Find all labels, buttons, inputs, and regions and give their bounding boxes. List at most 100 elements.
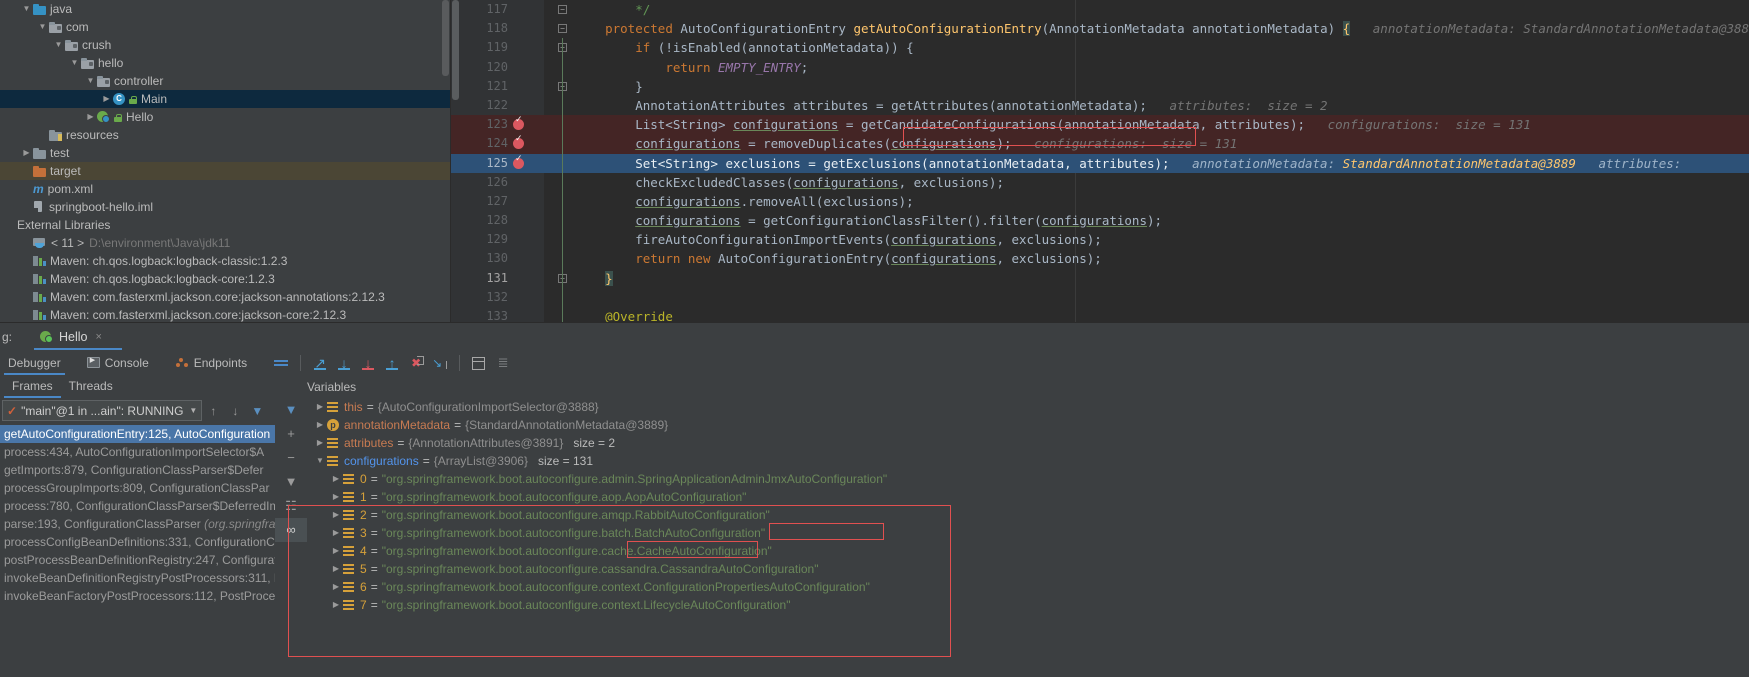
frame-up-icon[interactable]: ↑ [202, 404, 224, 418]
copy-icon[interactable]: ☷ [275, 494, 307, 518]
chevron-down-icon[interactable]: ▼ [313, 452, 327, 470]
variable-row[interactable]: ▶ 5 = "org.springframework.boot.autoconfigu… [307, 560, 1749, 578]
frame-row[interactable]: postProcessBeanDefinitionRegistry:247, C… [0, 551, 275, 569]
step-into-button[interactable]: ↓ [332, 352, 356, 374]
settings-list-button[interactable]: ≣ [491, 352, 515, 374]
run-to-cursor-button[interactable]: ↘ [428, 352, 452, 374]
code-line-125[interactable]: 125 Set<String> exclusions = getExclusio… [451, 153, 1749, 173]
chevron-down-icon[interactable]: ▼ [52, 36, 65, 54]
tree-item-maven-ch-qos-logback-logback-classic-1-2-3[interactable]: ▶Maven: ch.qos.logback:logback-classic:1… [0, 252, 450, 270]
variables-sidebar[interactable]: ▼ + − ▼ ☷ ∞ [275, 398, 307, 677]
breakpoint-icon[interactable] [513, 115, 524, 131]
tree-item-11[interactable]: ▶< 11 >D:\environment\Java\jdk11 [0, 234, 450, 252]
tree-item-com[interactable]: ▼ com [0, 18, 450, 36]
chevron-right-icon[interactable]: ▶ [313, 416, 327, 434]
tab-console[interactable]: Console [83, 350, 153, 375]
chevron-right-icon[interactable]: ▶ [329, 488, 343, 506]
code-line-117[interactable]: 117 − */ [451, 0, 1749, 19]
tree-item-maven-ch-qos-logback-logback-core-1-2-3[interactable]: ▶Maven: ch.qos.logback:logback-core:1.2.… [0, 270, 450, 288]
frames-list[interactable]: getAutoConfigurationEntry:125, AutoConfi… [0, 425, 275, 677]
variable-row[interactable]: ▶ this = {AutoConfigurationImportSelector@3… [307, 398, 1749, 416]
code-line-127[interactable]: 127 configurations.removeAll(exclusions)… [451, 191, 1749, 212]
tree-item-pom-xml[interactable]: ▶mpom.xml [0, 180, 450, 198]
chevron-right-icon[interactable]: ▶ [329, 470, 343, 488]
chevron-right-icon[interactable]: ▶ [329, 542, 343, 560]
chevron-down-icon[interactable]: ▼ [68, 54, 81, 72]
tree-item-target[interactable]: ▶target [0, 162, 450, 180]
chevron-right-icon[interactable]: ▶ [100, 90, 113, 108]
fold-end-icon[interactable]: − [558, 5, 567, 14]
tab-debugger[interactable]: Debugger [4, 350, 65, 375]
tab-endpoints[interactable]: Endpoints [171, 350, 251, 375]
code-lines[interactable]: 117 − */ 118 − protected AutoConfigurationE… [451, 0, 1749, 322]
tree-item-hello[interactable]: ▶ Hello [0, 108, 450, 126]
tree-item-java[interactable]: ▼ java [0, 0, 450, 18]
frame-down-icon[interactable]: ↓ [224, 404, 246, 418]
chevron-right-icon[interactable]: ▶ [329, 524, 343, 542]
chevron-right-icon[interactable]: ▶ [313, 434, 327, 452]
code-line-120[interactable]: 120 return EMPTY_ENTRY; [451, 57, 1749, 77]
move-down-icon[interactable]: ▼ [275, 470, 307, 494]
code-editor[interactable]: 117 − */ 118 − protected AutoConfigurationE… [451, 0, 1749, 322]
remove-watch-icon[interactable]: − [275, 446, 307, 470]
project-tree-scrollbar[interactable] [442, 0, 449, 76]
code-line-124[interactable]: 124 configurations = removeDuplicates(co… [451, 134, 1749, 154]
evaluate-expression-button[interactable] [467, 352, 491, 374]
close-icon[interactable]: × [96, 331, 102, 343]
tree-item-crush[interactable]: ▼ crush [0, 36, 450, 54]
chevron-down-icon[interactable]: ▼ [183, 406, 197, 415]
frame-row[interactable]: invokeBeanDefinitionRegistryPostProcesso… [0, 569, 275, 587]
breakpoint-icon[interactable] [513, 134, 524, 150]
frame-row[interactable]: processGroupImports:809, ConfigurationCl… [0, 479, 275, 497]
chevron-right-icon[interactable]: ▶ [84, 108, 97, 126]
chevron-down-icon[interactable]: ▼ [36, 18, 49, 36]
code-line-128[interactable]: 128 configurations = getConfigurationCla… [451, 211, 1749, 231]
code-line-129[interactable]: 129 fireAutoConfigurationImportEvents(co… [451, 230, 1749, 250]
tree-item-main[interactable]: ▶ C Main [0, 90, 450, 108]
step-over-button[interactable]: ↗ [308, 352, 332, 374]
thread-selector[interactable]: ✓ "main"@1 in ...ain": RUNNING ▼ [2, 400, 203, 421]
inspect-icon[interactable]: ∞ [275, 518, 307, 542]
tab-threads[interactable]: Threads [61, 375, 121, 398]
debugger-toolbar[interactable]: Debugger Console Endpoints ↗ ↓ [0, 350, 1749, 375]
tree-item-maven-com-fasterxml-jackson-core-jackson-core-2-12-3[interactable]: ▶Maven: com.fasterxml.jackson.core:jacks… [0, 306, 450, 322]
code-line-130[interactable]: 130 return new AutoConfigurationEntry(co… [451, 249, 1749, 269]
code-line-126[interactable]: 126 checkExcludedClasses(configurations,… [451, 172, 1749, 192]
code-line-131[interactable]: 131− } [451, 268, 1749, 288]
variables-pane[interactable]: Variables ▼ + − ▼ ☷ ∞ ▶ this = {AutoConfigu… [275, 375, 1749, 677]
frame-row[interactable]: parse:193, ConfigurationClassParser (org… [0, 515, 275, 533]
step-out-button[interactable]: ↑ [380, 352, 404, 374]
variable-row[interactable]: ▶ 0 = "org.springframework.boot.autoconfigu… [307, 470, 1749, 488]
frame-row[interactable]: process:434, AutoConfigurationImportSele… [0, 443, 275, 461]
variable-row[interactable]: ▶ p annotationMetadata = {StandardAnnotation… [307, 416, 1749, 434]
layout-settings-button[interactable] [269, 352, 293, 374]
frames-pane[interactable]: Frames Threads ✓ "main"@1 in ...ain": RU… [0, 375, 275, 677]
variable-row[interactable]: ▶ 4 = "org.springframework.boot.autoconfigu… [307, 542, 1749, 560]
thread-selector-row[interactable]: ✓ "main"@1 in ...ain": RUNNING ▼ ↑ ↓ ▼ [0, 398, 275, 423]
code-line-121[interactable]: 121− } [451, 76, 1749, 96]
variable-row[interactable]: ▼ configurations = {ArrayList@3906} size = 1… [307, 452, 1749, 470]
tree-item-springboot-hello-iml[interactable]: ▶springboot-hello.iml [0, 198, 450, 216]
tree-item-resources[interactable]: ▶resources [0, 126, 450, 144]
filter-icon[interactable]: ▼ [275, 398, 307, 422]
frame-row[interactable]: processConfigBeanDefinitions:331, Config… [0, 533, 275, 551]
frame-row[interactable]: invokeBeanFactoryPostProcessors:112, Pos… [0, 587, 275, 605]
variable-row[interactable]: ▶ 1 = "org.springframework.boot.autoconfigu… [307, 488, 1749, 506]
breakpoint-icon[interactable] [513, 154, 524, 169]
project-tree[interactable]: ▼ java ▼ com ▼ crush ▼ hello ▼ controller ▶ C Main ▶ H… [0, 0, 450, 322]
tree-item-test[interactable]: ▶ test [0, 144, 450, 162]
chevron-right-icon[interactable]: ▶ [329, 578, 343, 596]
frame-row[interactable]: getImports:879, ConfigurationClassParser… [0, 461, 275, 479]
chevron-right-icon[interactable]: ▶ [20, 144, 33, 162]
code-line-123[interactable]: 123 List<String> configurations = getCan… [451, 115, 1749, 135]
frame-filter-icon[interactable]: ▼ [246, 404, 268, 418]
code-line-132[interactable]: 132 [451, 287, 1749, 307]
force-step-into-button[interactable]: ↓ [356, 352, 380, 374]
code-line-122[interactable]: 122 AnnotationAttributes attributes = ge… [451, 95, 1749, 116]
run-tab-hello[interactable]: Hello × [34, 323, 123, 350]
frame-row[interactable]: process:780, ConfigurationClassParser$De… [0, 497, 275, 515]
code-line-118[interactable]: 118 − protected AutoConfigurationEntry ge… [451, 19, 1749, 38]
tree-item-external-libraries[interactable]: ▶External Libraries [0, 216, 450, 234]
tree-item-maven-com-fasterxml-jackson-core-jackson-annotations-2-12-3[interactable]: ▶Maven: com.fasterxml.jackson.core:jacks… [0, 288, 450, 306]
tree-item-hello[interactable]: ▼ hello [0, 54, 450, 72]
